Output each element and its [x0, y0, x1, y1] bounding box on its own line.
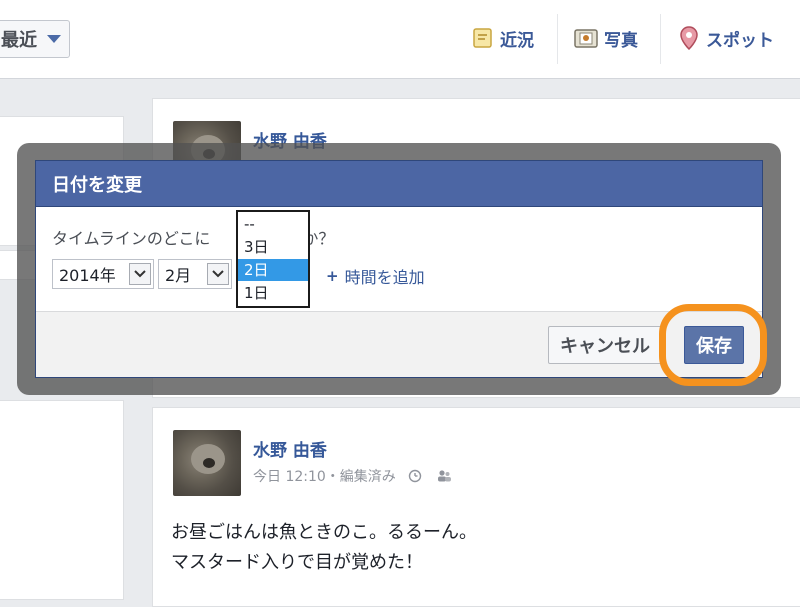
year-value: 2014年 — [59, 266, 116, 285]
year-select[interactable]: 2014年 — [52, 259, 154, 289]
chevron-down-icon — [129, 263, 151, 285]
divider — [660, 14, 661, 64]
place-button[interactable]: スポット — [678, 22, 774, 54]
status-note-icon — [473, 28, 492, 48]
dialog-title: 日付を変更 — [36, 161, 762, 207]
divider — [557, 14, 558, 64]
avatar[interactable] — [173, 430, 241, 496]
post-author[interactable]: 水野 由香 — [253, 436, 327, 461]
timeline-post: 水野 由香 今日 12:10・編集済み お昼ごはんは魚ときのこ。るるーん。 マス… — [152, 407, 800, 607]
post-timestamp[interactable]: 今日 12:10・編集済み — [253, 466, 396, 486]
month-select[interactable]: 2月 — [158, 259, 232, 289]
plus-icon: + — [326, 267, 339, 285]
post-body: お昼ごはんは魚ときのこ。るるーん。 マスタード入りで目が覚めた！ — [171, 518, 477, 578]
chevron-down-icon — [207, 263, 229, 285]
dialog-overlay-frame: 日付を変更 タイムラインのどこに すか？ 2014年 2月 + 時間を追加 キャン… — [17, 143, 781, 395]
cancel-button[interactable]: キャンセル — [548, 326, 662, 364]
status-label: 近況 — [500, 30, 534, 51]
caret-down-icon — [47, 35, 61, 43]
day-option[interactable]: 3日 — [238, 236, 308, 258]
status-button[interactable]: 近況 — [472, 22, 534, 54]
day-select-dropdown[interactable]: -- 3日 2日 1日 — [236, 210, 310, 308]
save-button[interactable]: 保存 — [684, 326, 744, 364]
sort-label: 最近 — [1, 30, 37, 51]
post-text-line: マスタード入りで目が覚めた！ — [171, 552, 423, 573]
question-text-start: タイムラインのどこに — [52, 229, 211, 248]
add-time-label: 時間を追加 — [344, 268, 425, 287]
month-value: 2月 — [165, 266, 192, 285]
change-date-dialog: 日付を変更 タイムラインのどこに すか？ 2014年 2月 + 時間を追加 キャン… — [35, 160, 763, 378]
photo-button[interactable]: 写真 — [574, 22, 638, 54]
day-option-selected[interactable]: 2日 — [238, 259, 308, 281]
photo-icon — [574, 29, 598, 48]
post-meta: 今日 12:10・編集済み — [253, 466, 452, 486]
day-option[interactable]: -- — [238, 213, 308, 235]
photo-label: 写真 — [604, 30, 638, 51]
post-text-line: お昼ごはんは魚ときのこ。るるーん。 — [171, 522, 477, 543]
clock-icon — [408, 469, 421, 483]
left-column-card — [0, 400, 124, 600]
place-label: スポット — [706, 30, 774, 51]
add-time-link[interactable]: + 時間を追加 — [326, 264, 425, 288]
map-pin-icon — [680, 26, 698, 50]
dialog-footer: キャンセル 保存 — [36, 311, 762, 377]
composer-bar: 最近 近況 写真 スポット — [0, 0, 800, 79]
sort-dropdown-button[interactable]: 最近 — [0, 20, 70, 58]
audience-icon[interactable] — [436, 469, 452, 483]
day-option[interactable]: 1日 — [238, 282, 308, 304]
